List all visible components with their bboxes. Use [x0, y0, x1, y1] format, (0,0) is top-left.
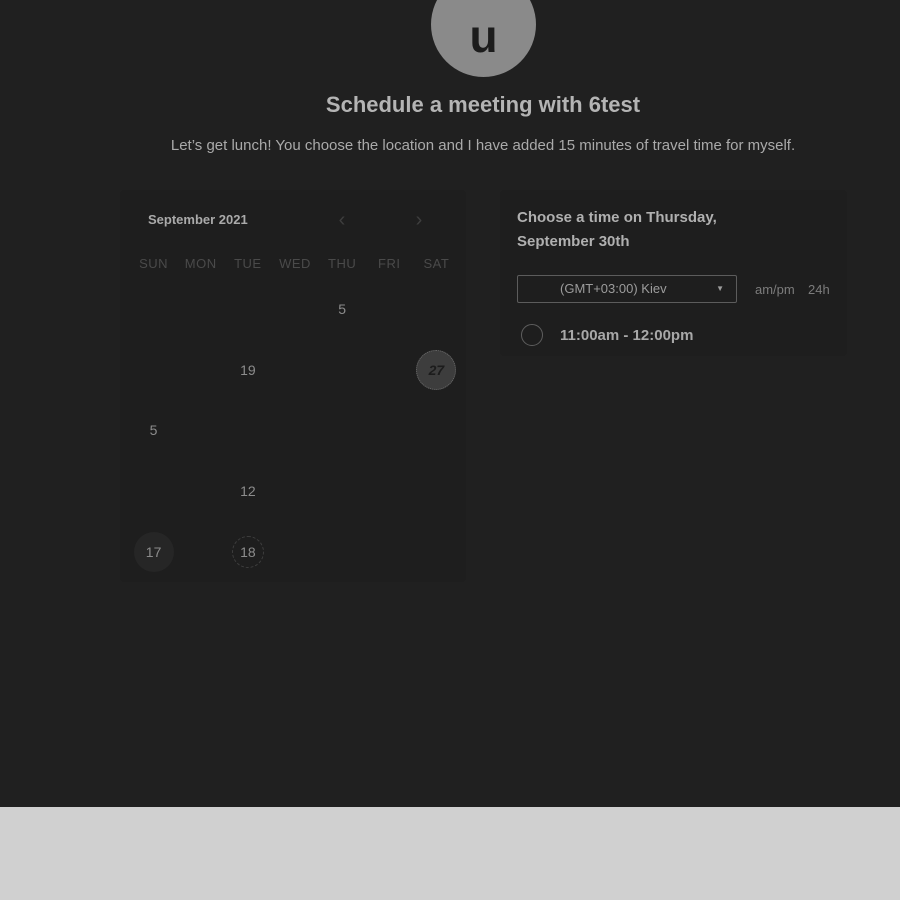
- weekday-label: WED: [279, 256, 311, 271]
- calendar-day[interactable]: 5: [319, 290, 366, 328]
- calendar-day[interactable]: 18: [224, 533, 271, 571]
- calendar-day[interactable]: 5: [130, 411, 177, 449]
- calendar-day: [319, 411, 366, 449]
- calendar-day-label: 5: [149, 422, 158, 438]
- weekday-label: SUN: [139, 256, 169, 271]
- calendar-day: [319, 351, 366, 389]
- calendar-day: [130, 472, 177, 510]
- booking-page: u Schedule a meeting with 6test Let’s ge…: [0, 0, 900, 807]
- calendar-day: [366, 533, 413, 571]
- page-title: Schedule a meeting with 6test: [325, 92, 641, 117]
- radio-button[interactable]: [521, 324, 543, 346]
- calendar-day: [413, 533, 460, 571]
- weekday-header: SUN MON TUE WED THU FRI SAT: [130, 256, 460, 271]
- time-slot-label: 11:00am - 12:00pm: [560, 326, 694, 344]
- calendar-day: [271, 472, 318, 510]
- avatar-initial: u: [469, 9, 498, 62]
- calendar-day-label: 5: [338, 301, 347, 317]
- calendar-day-label: 17: [145, 544, 162, 560]
- calendar-day[interactable]: 17: [130, 532, 177, 572]
- timezone-value: (GMT+03:00) Kiev: [560, 281, 667, 296]
- calendar-day: [177, 533, 224, 571]
- calendar-day: [130, 290, 177, 328]
- weekday-label: MON: [184, 256, 217, 271]
- weekday-label: FRI: [378, 256, 401, 271]
- calendar-day: [271, 351, 318, 389]
- calendar-day-label: 12: [240, 483, 256, 499]
- weekday-label: TUE: [234, 256, 262, 271]
- calendar-day: [271, 290, 318, 328]
- meeting-description: Let’s get lunch! You choose the location…: [170, 137, 796, 154]
- calendar-day: [271, 411, 318, 449]
- weekday-label: THU: [328, 256, 357, 271]
- calendar-day: [271, 533, 318, 571]
- time-slot-option[interactable]: 11:00am - 12:00pm: [521, 322, 693, 348]
- calendar-day: [319, 533, 366, 571]
- timezone-select[interactable]: (GMT+03:00) Kiev ▼: [517, 275, 737, 303]
- calendar-day: [130, 351, 177, 389]
- calendar-day: [177, 411, 224, 449]
- calendar-day: [319, 472, 366, 510]
- caret-down-icon: ▼: [716, 284, 724, 293]
- calendar-week-row: 5: [130, 411, 460, 449]
- calendar-day-label: 27: [428, 362, 445, 378]
- calendar-day: [177, 290, 224, 328]
- host-avatar: u: [431, 0, 536, 77]
- calendar-day[interactable]: 12: [224, 472, 271, 510]
- weekday-label: SAT: [423, 256, 450, 271]
- calendar-day-label: 19: [240, 362, 256, 378]
- calendar-day: [224, 411, 271, 449]
- calendar-day: [177, 351, 224, 389]
- chevron-right-icon[interactable]: ›: [409, 210, 429, 230]
- calendar-day: [224, 290, 271, 328]
- format-24h-toggle[interactable]: 24h: [808, 282, 830, 297]
- calendar-week-row: 5: [130, 290, 460, 328]
- calendar-week-row: 12: [130, 472, 460, 510]
- time-slot-panel: Choose a time on Thursday, September 30t…: [500, 190, 847, 356]
- calendar-day-label: 18: [240, 544, 256, 560]
- calendar-day[interactable]: 27: [413, 350, 460, 390]
- calendar-day: [366, 472, 413, 510]
- footer-area: [0, 807, 900, 900]
- calendar-day: [366, 351, 413, 389]
- calendar-day: [413, 290, 460, 328]
- calendar-day[interactable]: 19: [224, 351, 271, 389]
- calendar-month-label: September 2021: [148, 212, 248, 227]
- calendar-day: [366, 411, 413, 449]
- chevron-left-icon[interactable]: ‹: [332, 210, 352, 230]
- calendar-day: [413, 411, 460, 449]
- calendar-day: [413, 472, 460, 510]
- calendar-week-row: 17 18: [130, 532, 460, 572]
- calendar-day: [177, 472, 224, 510]
- date-picker-calendar: September 2021 ‹ › SUN MON TUE WED THU F…: [120, 190, 466, 582]
- calendar-week-row: 19 27: [130, 350, 460, 390]
- time-slot-heading: Choose a time on Thursday, September 30t…: [517, 209, 717, 250]
- calendar-day: [366, 290, 413, 328]
- format-ampm-toggle[interactable]: am/pm: [755, 282, 795, 297]
